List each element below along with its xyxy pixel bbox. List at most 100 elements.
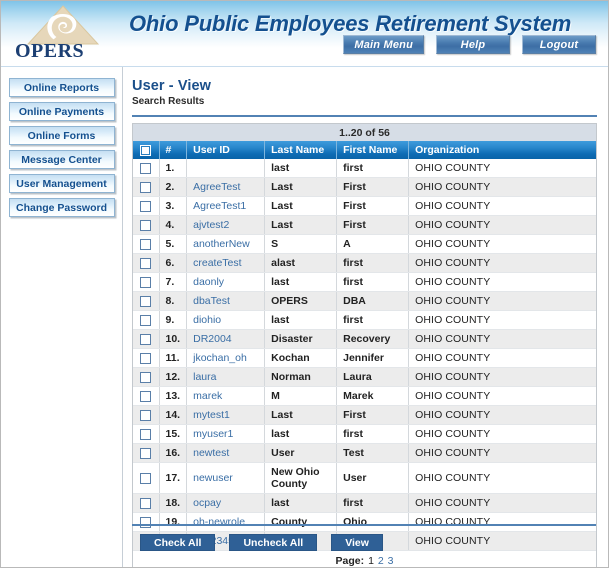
row-organization-cell: OHIO COUNTY <box>408 424 596 444</box>
row-checkbox[interactable] <box>140 371 152 383</box>
column-header-user-id[interactable]: User ID <box>186 141 266 159</box>
column-header-number[interactable]: # <box>159 141 188 159</box>
row-checkbox[interactable] <box>140 200 152 212</box>
row-checkbox[interactable] <box>140 181 152 193</box>
user-id-link[interactable]: createTest <box>193 257 241 269</box>
row-checkbox-cell[interactable] <box>133 405 160 425</box>
select-all-checkbox[interactable] <box>140 144 152 156</box>
row-checkbox[interactable] <box>140 409 152 421</box>
sidebar-item-message-center[interactable]: Message Center <box>8 150 115 169</box>
uncheck-all-button[interactable]: Uncheck All <box>229 534 318 551</box>
user-id-link[interactable]: anotherNew <box>193 238 250 250</box>
sidebar-item-online-reports[interactable]: Online Reports <box>8 78 115 97</box>
column-header-select-all[interactable] <box>133 141 160 159</box>
row-checkbox-cell[interactable] <box>133 196 160 216</box>
row-user-id-cell[interactable]: marek <box>186 386 266 406</box>
row-checkbox[interactable] <box>140 497 152 509</box>
row-last-name-cell: last <box>264 159 338 178</box>
user-id-link[interactable]: marek <box>193 390 222 402</box>
column-header-first-name[interactable]: First Name <box>336 141 410 159</box>
row-user-id-cell[interactable]: myuser1 <box>186 424 266 444</box>
user-id-link[interactable]: newtest <box>193 447 229 459</box>
user-id-link[interactable]: jkochan_oh <box>193 352 247 364</box>
row-checkbox[interactable] <box>140 238 152 250</box>
user-id-link[interactable]: ocpay <box>193 497 221 509</box>
row-user-id-cell[interactable]: AgreeTest <box>186 177 266 197</box>
row-checkbox-cell[interactable] <box>133 177 160 197</box>
row-checkbox[interactable] <box>140 352 152 364</box>
row-checkbox[interactable] <box>140 447 152 459</box>
row-user-id-cell[interactable]: jkochan_oh <box>186 348 266 368</box>
row-checkbox-cell[interactable] <box>133 215 160 235</box>
row-user-id-cell[interactable]: mytest1 <box>186 405 266 425</box>
row-first-name-cell: DBA <box>336 291 410 311</box>
row-checkbox[interactable] <box>140 295 152 307</box>
user-id-link[interactable]: laura <box>193 371 216 383</box>
row-checkbox[interactable] <box>140 257 152 269</box>
row-user-id-cell[interactable]: ajvtest2 <box>186 215 266 235</box>
row-user-id-cell[interactable]: dbaTest <box>186 291 266 311</box>
column-header-last-name[interactable]: Last Name <box>264 141 338 159</box>
row-checkbox[interactable] <box>140 333 152 345</box>
row-checkbox-cell[interactable] <box>133 159 160 178</box>
row-user-id-cell[interactable]: laura <box>186 367 266 387</box>
user-id-link[interactable]: diohio <box>193 314 221 326</box>
user-id-link[interactable]: AgreeTest1 <box>193 200 246 212</box>
user-id-link[interactable]: newuser <box>193 472 233 484</box>
row-checkbox-cell[interactable] <box>133 291 160 311</box>
row-checkbox[interactable] <box>140 472 152 484</box>
row-checkbox-cell[interactable] <box>133 234 160 254</box>
user-id-link[interactable]: AgreeTest <box>193 181 240 193</box>
row-user-id-cell[interactable]: newuser <box>186 462 266 494</box>
row-checkbox[interactable] <box>140 219 152 231</box>
row-checkbox-cell[interactable] <box>133 493 160 513</box>
row-checkbox[interactable] <box>140 428 152 440</box>
nav-button-help[interactable]: Help <box>436 35 510 54</box>
nav-button-logout[interactable]: Logout <box>522 35 596 54</box>
row-checkbox-cell[interactable] <box>133 386 160 406</box>
row-user-id-cell[interactable]: diohio <box>186 310 266 330</box>
row-user-id-cell[interactable]: AgreeTest1 <box>186 196 266 216</box>
table-row: 16. newtest User Test OHIO COUNTY <box>133 443 596 463</box>
page-subtitle: Search Results <box>132 96 205 107</box>
row-checkbox-cell[interactable] <box>133 424 160 444</box>
row-checkbox[interactable] <box>140 314 152 326</box>
row-user-id-cell[interactable]: newtest <box>186 443 266 463</box>
row-user-id-cell[interactable]: daonly <box>186 272 266 292</box>
column-header-organization[interactable]: Organization <box>408 141 596 159</box>
table-row: 1. last first OHIO COUNTY <box>133 159 596 178</box>
row-checkbox-cell[interactable] <box>133 253 160 273</box>
row-checkbox-cell[interactable] <box>133 443 160 463</box>
row-checkbox[interactable] <box>140 276 152 288</box>
sidebar-item-user-management[interactable]: User Management <box>8 174 115 193</box>
row-checkbox-cell[interactable] <box>133 367 160 387</box>
check-all-button[interactable]: Check All <box>140 534 216 551</box>
row-last-name-cell: last <box>264 493 338 513</box>
user-id-link[interactable]: ajvtest2 <box>193 219 229 231</box>
row-checkbox[interactable] <box>140 162 152 174</box>
sidebar-item-online-forms[interactable]: Online Forms <box>8 126 115 145</box>
row-checkbox-cell[interactable] <box>133 272 160 292</box>
row-checkbox-cell[interactable] <box>133 348 160 368</box>
row-first-name-cell: Marek <box>336 386 410 406</box>
row-user-id-cell[interactable]: DR2004 <box>186 329 266 349</box>
sidebar-item-online-payments[interactable]: Online Payments <box>8 102 115 121</box>
row-user-id-cell[interactable]: ocpay <box>186 493 266 513</box>
row-user-id-cell[interactable]: createTest <box>186 253 266 273</box>
row-checkbox-cell[interactable] <box>133 462 160 494</box>
user-id-link[interactable]: myuser1 <box>193 428 233 440</box>
row-checkbox[interactable] <box>140 390 152 402</box>
user-id-link[interactable]: daonly <box>193 276 224 288</box>
row-user-id-cell[interactable]: anotherNew <box>186 234 266 254</box>
row-checkbox-cell[interactable] <box>133 310 160 330</box>
user-id-link[interactable]: DR2004 <box>193 333 232 345</box>
user-id-link[interactable]: dbaTest <box>193 295 230 307</box>
view-button[interactable]: View <box>331 534 383 551</box>
user-id-link[interactable]: mytest1 <box>193 409 230 421</box>
sidebar-item-change-password[interactable]: Change Password <box>8 198 115 217</box>
row-first-name-cell: first <box>336 424 410 444</box>
row-last-name-cell: Last <box>264 196 338 216</box>
table-header: # User ID Last Name First Name Organizat… <box>133 141 596 159</box>
row-checkbox-cell[interactable] <box>133 329 160 349</box>
nav-button-main-menu[interactable]: Main Menu <box>343 35 424 54</box>
